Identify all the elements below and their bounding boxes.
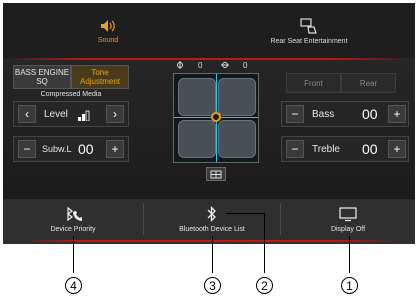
- device-priority-label: Device Priority: [50, 226, 96, 233]
- callout-1: 1: [341, 277, 358, 294]
- level-label: Level: [44, 109, 68, 120]
- vertical-position-value: 0: [243, 61, 248, 70]
- callout-2: 2: [256, 277, 273, 294]
- bass-value: 00: [362, 106, 378, 122]
- bass-increase-button[interactable]: +: [388, 105, 406, 123]
- subw-increase-button[interactable]: +: [106, 140, 124, 158]
- callout-3: 3: [204, 277, 221, 294]
- callout-line-3: [212, 236, 213, 273]
- treble-increase-button[interactable]: +: [388, 140, 406, 158]
- bass-decrease-button[interactable]: −: [286, 105, 304, 123]
- callout-4: 4: [65, 277, 82, 294]
- display-off-button[interactable]: Display Off: [281, 199, 415, 239]
- treble-decrease-button[interactable]: −: [286, 140, 304, 158]
- subw-row: − Subw.L 00 +: [13, 136, 129, 162]
- device-priority-button[interactable]: Device Priority: [3, 199, 143, 239]
- center-target-icon: [210, 170, 222, 178]
- bass-label: Bass: [312, 109, 335, 120]
- position-marker[interactable]: [211, 112, 221, 122]
- treble-label: Treble: [312, 144, 340, 155]
- vertical-position-icon: [221, 62, 229, 68]
- level-row: ‹ Level ›: [13, 101, 129, 127]
- rear-button[interactable]: Rear: [341, 73, 396, 93]
- level-meter-icon: [78, 110, 90, 121]
- top-bar: Sound Rear Seat Entertainment: [3, 3, 415, 60]
- subw-label: Subw.L: [42, 144, 72, 154]
- display-icon: [339, 207, 357, 222]
- treble-row: − Treble 00 +: [281, 136, 409, 162]
- bass-row: − Bass 00 +: [281, 101, 409, 127]
- bottom-accent-line: [23, 240, 395, 242]
- bass-engine-sq-button[interactable]: BASS ENGINE SQ: [13, 65, 71, 89]
- listening-position-grid[interactable]: [173, 73, 259, 163]
- subw-decrease-button[interactable]: −: [18, 140, 36, 158]
- callout-line-1: [349, 236, 350, 273]
- seat-front-left: [178, 78, 216, 116]
- app-screen: Sound Rear Seat Entertainment BASS ENGIN…: [3, 3, 415, 244]
- rear-seat-icon: [300, 17, 317, 34]
- treble-value: 00: [362, 141, 378, 157]
- display-off-label: Display Off: [330, 226, 366, 233]
- seat-rear-left: [178, 120, 216, 158]
- seat-front-right: [218, 78, 256, 116]
- accent-divider: [3, 58, 415, 60]
- callout-line-4: [73, 236, 74, 273]
- front-button[interactable]: Front: [286, 73, 341, 93]
- bluetooth-icon: [207, 206, 216, 222]
- bluetooth-device-list-label: Bluetooth Device List: [179, 226, 245, 233]
- tab-rear-seat-entertainment[interactable]: Rear Seat Entertainment: [261, 3, 357, 59]
- horizontal-position-value: 0: [198, 61, 203, 70]
- bluetooth-phone-icon: [67, 206, 82, 222]
- compressed-media-label: Compressed Media: [40, 91, 102, 98]
- horizontal-position-icon: [177, 61, 183, 69]
- callout-line-2-h: [226, 213, 264, 214]
- level-increase-button[interactable]: ›: [106, 105, 124, 123]
- center-position-button[interactable]: [206, 167, 226, 181]
- bluetooth-device-list-button[interactable]: Bluetooth Device List: [144, 199, 280, 239]
- speaker-icon: [101, 19, 115, 32]
- callout-line-2: [264, 213, 265, 273]
- tab-sound-label: Sound: [97, 36, 119, 44]
- level-decrease-button[interactable]: ‹: [18, 105, 36, 123]
- tab-rear-seat-label: Rear Seat Entertainment: [270, 37, 348, 45]
- subw-value: 00: [78, 141, 94, 157]
- seat-rear-right: [218, 120, 256, 158]
- tab-sound[interactable]: Sound: [73, 3, 143, 59]
- tone-adjustment-button[interactable]: Tone Adjustment: [71, 65, 129, 89]
- bottom-bar: Device Priority Bluetooth Device List Di…: [3, 199, 415, 244]
